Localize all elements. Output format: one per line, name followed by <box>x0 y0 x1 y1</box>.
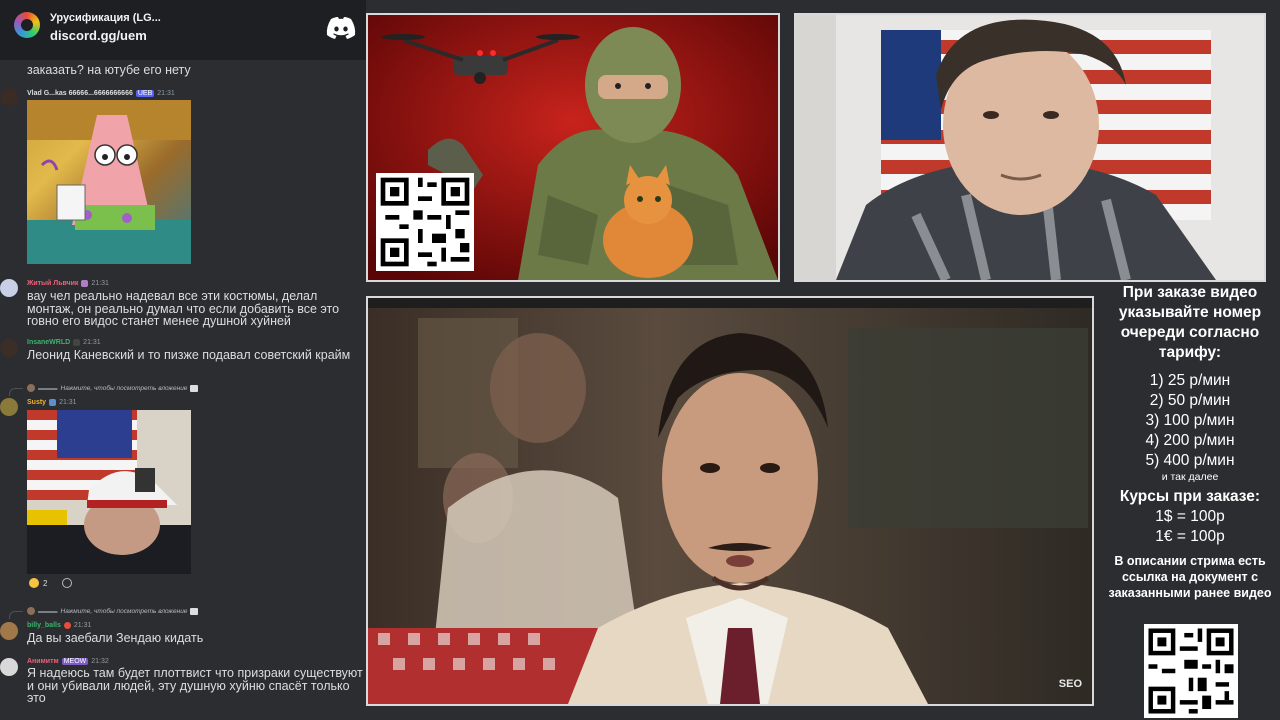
reply-text: Нажмите, чтобы посмотреть вложение <box>60 384 188 392</box>
description-note: В описании стрима есть ссылка на докумен… <box>1108 554 1272 600</box>
chat-overlay: Урусификация (LG... discord.gg/uem заказ… <box>0 0 366 720</box>
video-watermark: SEO <box>1058 678 1082 690</box>
avatar <box>0 398 18 416</box>
add-reaction-icon <box>62 578 72 588</box>
emoji-icon <box>29 578 39 588</box>
image-attachment[interactable] <box>27 100 191 264</box>
webcam-panel <box>794 13 1266 282</box>
message-text: Я надеюсь там будет плоттвист что призра… <box>27 666 363 705</box>
tier-item: 3) 100 р/мин <box>1145 412 1235 429</box>
role-icon <box>63 621 71 629</box>
reply-text: Нажмите, чтобы посмотреть вложение <box>60 607 188 615</box>
reaction-sweat-smile[interactable]: 2 <box>29 578 47 588</box>
avatar <box>0 622 18 640</box>
timestamp: 21:31 <box>59 398 77 406</box>
reply-preview[interactable]: ▬▬▬ Нажмите, чтобы посмотреть вложение <box>27 384 199 392</box>
rates-title: Курсы при заказе: <box>1119 488 1261 505</box>
reply-avatar <box>27 607 35 615</box>
reply-connector <box>9 611 23 619</box>
role-badge: UEB <box>135 89 155 97</box>
message-text: вау чел реально надевал все эти костюмы,… <box>27 289 340 328</box>
timestamp: 21:31 <box>83 338 101 346</box>
role-icon <box>81 279 89 287</box>
username[interactable]: InsaneWRLD <box>27 339 70 346</box>
patrick-meme-image <box>27 100 191 264</box>
avatar <box>0 658 18 676</box>
tier-item: 5) 400 р/мин <box>1145 452 1235 469</box>
tier-etc: и так далее <box>1161 471 1219 483</box>
reply-username: ▬▬▬ <box>38 607 58 615</box>
message-header: billy_balls 21:31 <box>27 620 91 630</box>
tier-item: 4) 200 р/мин <box>1145 432 1235 449</box>
server-avatar <box>14 12 40 38</box>
qr-code-icon <box>376 173 474 271</box>
add-reaction-button[interactable] <box>62 578 72 588</box>
reply-preview[interactable]: ▬▬▬ Нажмите, чтобы посмотреть вложение <box>27 607 199 615</box>
pricing-heading: При заказе видео указывайте номер очеред… <box>1118 284 1262 361</box>
message-text: Да вы заебали Зендаю кидать <box>27 631 204 645</box>
username[interactable]: Vlad G...kas 66666...6666666666 <box>27 90 133 97</box>
timestamp: 21:31 <box>157 89 175 97</box>
reply-connector <box>9 388 23 396</box>
timestamp: 21:32 <box>91 657 109 665</box>
qr-code[interactable] <box>1144 624 1238 718</box>
message-header: Susty 21:31 <box>27 397 77 407</box>
username[interactable]: Susty <box>27 399 46 406</box>
rate-item: 1€ = 100р <box>1155 528 1225 545</box>
role-icon <box>73 338 81 346</box>
discord-logo-icon <box>326 17 356 39</box>
server-invite-link[interactable]: discord.gg/uem <box>50 28 147 43</box>
message-text: Леонид Каневский и то пизже подавал сове… <box>27 348 351 362</box>
tier-item: 1) 25 р/мин <box>1149 372 1231 389</box>
reply-username: ▬▬▬ <box>38 384 58 392</box>
rate-item: 1$ = 100р <box>1155 508 1225 525</box>
timestamp: 21:31 <box>73 621 92 629</box>
tier-item: 2) 50 р/мин <box>1149 392 1231 409</box>
server-name: Урусификация (LG... <box>50 12 161 24</box>
role-icon <box>49 398 57 406</box>
role-badge: MEOW <box>61 657 89 665</box>
username[interactable]: Житый Львчик <box>27 280 78 287</box>
image-icon <box>190 607 199 615</box>
message-header: Vlad G...kas 66666...6666666666 UEB 21:3… <box>27 88 175 98</box>
qr-code[interactable] <box>376 173 474 271</box>
poster-panel <box>366 13 780 282</box>
avatar <box>0 279 18 297</box>
message-header: Анимитм MEOW 21:32 <box>27 656 109 666</box>
streamer-webcam-image <box>796 15 1264 280</box>
main-video-player[interactable]: SEO <box>366 296 1094 706</box>
message-header: InsaneWRLD 21:31 <box>27 337 101 347</box>
image-icon <box>190 384 199 392</box>
video-frame-image <box>368 298 1092 704</box>
reply-avatar <box>27 384 35 392</box>
avatar <box>0 88 18 106</box>
message-text: заказать? на ютубе его нету <box>27 63 191 77</box>
message-header: Житый Львчик 21:31 <box>27 278 109 288</box>
username[interactable]: billy_balls <box>27 622 61 629</box>
qr-code-icon <box>1144 624 1238 718</box>
reaction-count: 2 <box>43 578 48 588</box>
username[interactable]: Анимитм <box>27 658 59 665</box>
webcam-snapshot-image <box>27 410 191 574</box>
avatar <box>0 339 18 357</box>
server-header[interactable]: Урусификация (LG... discord.gg/uem <box>0 0 366 60</box>
image-attachment[interactable] <box>27 410 191 574</box>
timestamp: 21:31 <box>91 279 109 287</box>
